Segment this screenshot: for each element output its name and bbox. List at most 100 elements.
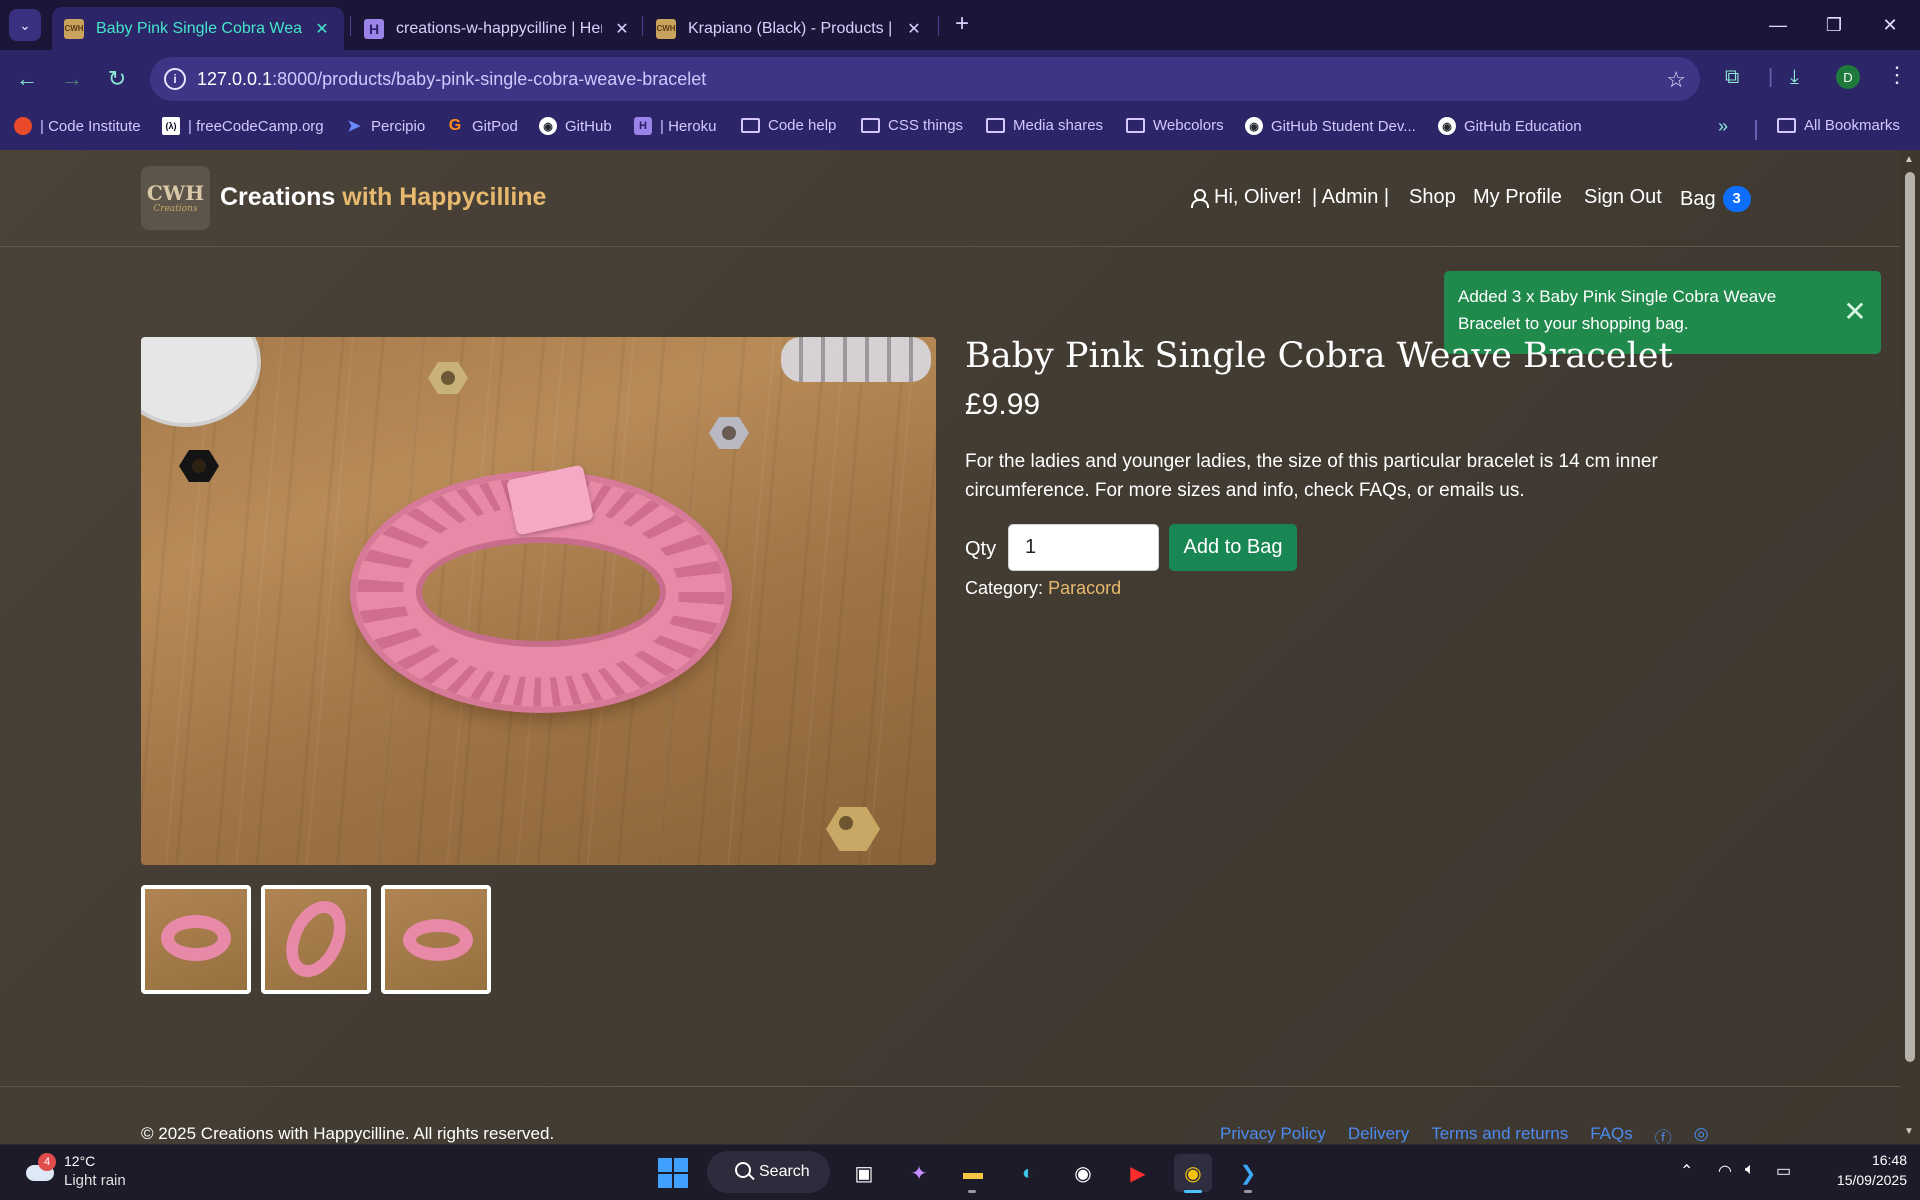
taskbar-search[interactable]: Search xyxy=(707,1151,830,1193)
footer-link-terms[interactable]: Terms and returns xyxy=(1431,1124,1568,1144)
chevron-up-icon[interactable]: ⌃ xyxy=(1680,1161,1693,1181)
page-scrollbar[interactable]: ▲ ▼ xyxy=(1900,150,1920,1144)
vscode-button[interactable]: ❯ xyxy=(1229,1154,1267,1192)
site-brand[interactable]: Creations with Happycilline xyxy=(220,183,546,212)
code-institute-icon xyxy=(14,117,32,135)
all-bookmarks[interactable]: All Bookmarks xyxy=(1777,117,1900,134)
edge-button[interactable]: ◐ xyxy=(1009,1154,1047,1192)
file-explorer-running-indicator xyxy=(968,1190,976,1193)
footer-copyright: © 2025 Creations with Happycilline. All … xyxy=(141,1124,555,1143)
instagram-icon[interactable]: ◎ xyxy=(1694,1124,1709,1144)
bookmark-github-student[interactable]: ◉ GitHub Student Dev... xyxy=(1245,117,1416,135)
page-viewport: CWH Creations Creations with Happycillin… xyxy=(0,150,1920,1144)
plus-icon: + xyxy=(954,10,969,37)
close-window-button[interactable]: ✕ xyxy=(1862,0,1918,50)
nav-my-profile[interactable]: My Profile xyxy=(1473,186,1562,209)
bookmark-label: | Heroku xyxy=(660,117,717,135)
bookmark-code-help[interactable]: Code help xyxy=(741,117,836,134)
bookmark-css-things[interactable]: CSS things xyxy=(861,117,963,134)
bookmark-freecodecamp[interactable]: (λ) | freeCodeCamp.org xyxy=(162,117,324,135)
facebook-icon[interactable]: ⓕ xyxy=(1655,1124,1672,1144)
folder-icon xyxy=(986,118,1005,133)
tab-product[interactable]: CWH Baby Pink Single Cobra Weave Bracele… xyxy=(52,7,344,50)
bookmark-percipio[interactable]: ➤ Percipio xyxy=(345,117,425,136)
clock-date[interactable]: 15/09/2025 xyxy=(1810,1172,1907,1188)
product-main-image[interactable] xyxy=(141,337,936,865)
reload-button[interactable]: ↻ xyxy=(102,64,132,94)
close-icon[interactable]: ✕ xyxy=(314,19,330,39)
volume-icon[interactable]: 🔈︎ xyxy=(1745,1161,1755,1179)
bookmark-label: | Code Institute xyxy=(40,117,141,135)
weather-widget[interactable]: 4 xyxy=(24,1153,56,1183)
browser-toolbar: ← → ↻ i 127.0.0.1:8000/products/baby-pin… xyxy=(0,50,1920,108)
quantity-input[interactable] xyxy=(1008,524,1159,571)
bookmark-media-shares[interactable]: Media shares xyxy=(986,117,1103,134)
product-thumbnail[interactable] xyxy=(381,885,491,994)
new-tab-button[interactable]: + xyxy=(948,10,976,38)
back-button[interactable]: ← xyxy=(12,64,42,94)
toast-message: Added 3 x Baby Pink Single Cobra Weave B… xyxy=(1458,287,1777,333)
battery-icon[interactable]: ▭ xyxy=(1776,1161,1791,1181)
product-thumbnail[interactable] xyxy=(141,885,251,994)
bookmark-github-education[interactable]: ◉ GitHub Education xyxy=(1438,117,1582,135)
wifi-icon[interactable]: ◠ xyxy=(1718,1161,1732,1181)
chrome-button[interactable]: ◉ xyxy=(1174,1154,1212,1192)
youtube-button[interactable]: ▶ xyxy=(1119,1154,1157,1192)
qty-label: Qty xyxy=(965,538,997,560)
bag-count-badge: 3 xyxy=(1722,186,1751,212)
windows-start-button[interactable] xyxy=(658,1158,688,1188)
clock-time[interactable]: 16:48 xyxy=(1857,1152,1907,1168)
scroll-down-icon[interactable]: ▼ xyxy=(1904,1126,1914,1137)
bookmark-gitpod[interactable]: G GitPod xyxy=(446,117,518,135)
minimize-button[interactable]: — xyxy=(1750,0,1806,50)
extensions-icon[interactable]: ⧉ xyxy=(1725,66,1739,89)
download-icon[interactable]: ⤓ xyxy=(1790,66,1799,89)
restore-button[interactable]: ❐ xyxy=(1806,0,1862,50)
nav-bag[interactable]: Bag 3 xyxy=(1680,186,1751,212)
footer-link-privacy[interactable]: Privacy Policy xyxy=(1220,1124,1326,1144)
github-desktop-button[interactable]: ◉ xyxy=(1064,1154,1102,1192)
nav-greeting[interactable]: Hi, Oliver! xyxy=(1190,186,1302,209)
footer-links: Privacy Policy Delivery Terms and return… xyxy=(1220,1124,1709,1144)
profile-avatar[interactable]: D xyxy=(1836,65,1860,89)
forward-button[interactable]: → xyxy=(57,64,87,94)
bookmark-star-icon[interactable]: ☆ xyxy=(1666,67,1686,93)
task-view-button[interactable]: ▣ xyxy=(845,1154,883,1192)
footer-link-faqs[interactable]: FAQs xyxy=(1590,1124,1633,1144)
address-bar[interactable]: i 127.0.0.1:8000/products/baby-pink-sing… xyxy=(150,57,1700,101)
site-info-icon[interactable]: i xyxy=(164,68,186,90)
tab-search-button[interactable]: ⌄ xyxy=(9,9,41,41)
nav-admin[interactable]: | Admin | xyxy=(1312,186,1389,209)
bookmark-webcolors[interactable]: Webcolors xyxy=(1126,117,1224,134)
restore-icon: ❐ xyxy=(1825,14,1843,35)
heroku-favicon-icon: H xyxy=(364,18,384,39)
tab-krapiano[interactable]: CWH Krapiano (Black) - Products | Creati… xyxy=(644,7,936,50)
tab-title: Krapiano (Black) - Products | Creations xyxy=(688,19,894,37)
copilot-button[interactable]: ✦ xyxy=(900,1154,938,1192)
bookmark-heroku[interactable]: H | Heroku xyxy=(634,117,716,135)
nav-shop[interactable]: Shop xyxy=(1409,186,1456,209)
category-link[interactable]: Paracord xyxy=(1048,578,1121,598)
scroll-up-icon[interactable]: ▲ xyxy=(1904,154,1914,165)
footer-link-delivery[interactable]: Delivery xyxy=(1348,1124,1409,1144)
file-explorer-button[interactable]: ▬ xyxy=(954,1154,992,1192)
chevron-double-right-icon[interactable]: » xyxy=(1718,116,1728,137)
tab-heroku[interactable]: H creations-w-happycilline | Heroku ✕ xyxy=(352,7,644,50)
site-logo[interactable]: CWH Creations xyxy=(141,166,210,230)
bookmark-label: GitPod xyxy=(472,117,518,135)
close-icon[interactable]: ✕ xyxy=(614,19,630,39)
weather-alert-badge: 4 xyxy=(38,1153,56,1171)
scrollbar-thumb[interactable] xyxy=(1905,172,1915,1062)
add-to-bag-button[interactable]: Add to Bag xyxy=(1169,524,1297,571)
bookmark-label: Code help xyxy=(768,117,837,134)
bookmark-code-institute[interactable]: | Code Institute xyxy=(14,117,141,135)
bookmark-github[interactable]: ◉ GitHub xyxy=(539,117,612,135)
close-icon[interactable]: ✕ xyxy=(906,19,922,39)
product-title: Baby Pink Single Cobra Weave Bracelet xyxy=(965,336,1673,376)
menu-kebab-icon[interactable]: ⋮ xyxy=(1886,62,1908,88)
reload-icon: ↻ xyxy=(107,66,127,91)
close-icon[interactable]: ✕ xyxy=(1835,291,1875,331)
product-thumbnail[interactable] xyxy=(261,885,371,994)
url-text[interactable]: 127.0.0.1:8000/products/baby-pink-single… xyxy=(197,69,706,90)
nav-sign-out[interactable]: Sign Out xyxy=(1584,186,1662,209)
